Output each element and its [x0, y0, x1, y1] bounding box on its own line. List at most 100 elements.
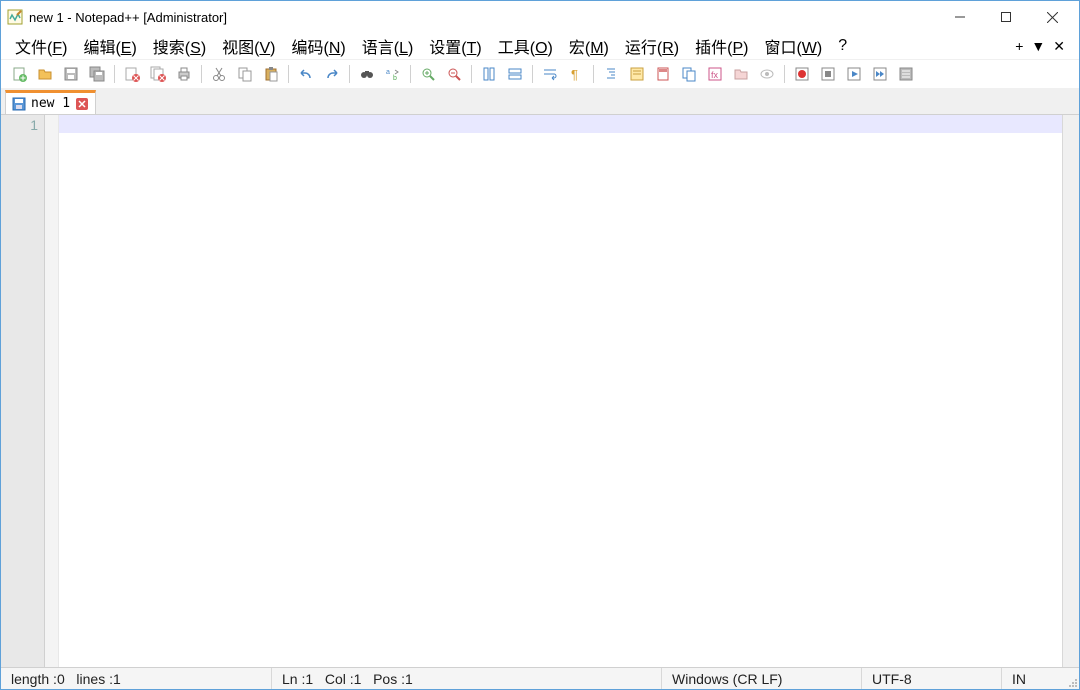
- binoculars-icon: [359, 66, 375, 82]
- svg-text:b: b: [393, 75, 397, 82]
- tab[interactable]: new 1: [5, 90, 96, 114]
- svg-text:¶: ¶: [571, 67, 578, 82]
- redo-icon: [324, 66, 340, 82]
- menu-language[interactable]: 语言(L): [354, 32, 422, 60]
- indent-guide-icon: [603, 66, 619, 82]
- copy-icon: [237, 66, 253, 82]
- copy-button[interactable]: [233, 62, 257, 86]
- undo-icon: [298, 66, 314, 82]
- open-folder-icon: [37, 66, 53, 82]
- save-icon: [12, 97, 26, 111]
- show-all-chars-button[interactable]: ¶: [564, 62, 588, 86]
- tab-close-button[interactable]: [75, 97, 89, 111]
- editor: 1: [1, 115, 1079, 667]
- resize-grip[interactable]: [1061, 668, 1079, 689]
- menu-settings[interactable]: 设置(T): [421, 32, 489, 60]
- pilcrow-icon: ¶: [568, 66, 584, 82]
- menu-plugins[interactable]: 插件(P): [687, 32, 756, 60]
- menu-search[interactable]: 搜索(S): [145, 32, 214, 60]
- menu-help[interactable]: ?: [830, 35, 855, 57]
- menu-view[interactable]: 视图(V): [214, 32, 283, 60]
- save-macro-icon: [898, 66, 914, 82]
- new-button[interactable]: [7, 62, 31, 86]
- menu-window[interactable]: 窗口(W): [756, 32, 830, 60]
- zoom-in-button[interactable]: [416, 62, 440, 86]
- fast-forward-icon: [872, 66, 888, 82]
- status-length-lines: length : 0 lines : 1: [1, 668, 271, 689]
- save-icon: [63, 66, 79, 82]
- menu-file[interactable]: 文件(F): [7, 32, 75, 60]
- svg-text:fx: fx: [711, 70, 719, 80]
- status-mode[interactable]: IN: [1001, 668, 1061, 689]
- close-button[interactable]: [1029, 2, 1075, 32]
- sync-h-scroll-button[interactable]: [503, 62, 527, 86]
- paste-button[interactable]: [259, 62, 283, 86]
- replace-button[interactable]: ab: [381, 62, 405, 86]
- maximize-button[interactable]: [983, 2, 1029, 32]
- doc-list-icon: [681, 66, 697, 82]
- fold-column: [45, 115, 59, 667]
- indent-guide-button[interactable]: [599, 62, 623, 86]
- tab-label: new 1: [31, 96, 70, 111]
- print-button[interactable]: [172, 62, 196, 86]
- udl-button[interactable]: [625, 62, 649, 86]
- play-macro-button[interactable]: [842, 62, 866, 86]
- monitoring-button[interactable]: [755, 62, 779, 86]
- status-eol[interactable]: Windows (CR LF): [661, 668, 861, 689]
- language-icon: [629, 66, 645, 82]
- menubar-overflow-button[interactable]: ▼: [1031, 38, 1045, 54]
- stop-icon: [820, 66, 836, 82]
- find-button[interactable]: [355, 62, 379, 86]
- zoom-in-icon: [420, 66, 436, 82]
- folder-icon: [733, 66, 749, 82]
- status-encoding[interactable]: UTF-8: [861, 668, 1001, 689]
- record-icon: [794, 66, 810, 82]
- save-all-button[interactable]: [85, 62, 109, 86]
- word-wrap-icon: [542, 66, 558, 82]
- menu-tools[interactable]: 工具(O): [490, 32, 561, 60]
- open-button[interactable]: [33, 62, 57, 86]
- redo-button[interactable]: [320, 62, 344, 86]
- sync-v-scroll-button[interactable]: [477, 62, 501, 86]
- folder-workspace-button[interactable]: [729, 62, 753, 86]
- save-button[interactable]: [59, 62, 83, 86]
- window-title: new 1 - Notepad++ [Administrator]: [29, 10, 937, 25]
- doc-map-button[interactable]: [651, 62, 675, 86]
- menubar-plus-button[interactable]: +: [1015, 38, 1023, 54]
- new-file-icon: [11, 66, 27, 82]
- resize-grip-icon: [1065, 675, 1079, 689]
- minimize-button[interactable]: [937, 2, 983, 32]
- close-all-icon: [150, 66, 166, 82]
- play-multi-button[interactable]: [868, 62, 892, 86]
- zoom-out-button[interactable]: [442, 62, 466, 86]
- save-macro-button[interactable]: [894, 62, 918, 86]
- function-list-button[interactable]: fx: [703, 62, 727, 86]
- vertical-scrollbar[interactable]: [1062, 115, 1079, 667]
- menu-run[interactable]: 运行(R): [617, 32, 687, 60]
- paste-icon: [263, 66, 279, 82]
- status-position: Ln : 1 Col : 1 Pos : 1: [271, 668, 661, 689]
- undo-button[interactable]: [294, 62, 318, 86]
- text-area[interactable]: [59, 115, 1062, 667]
- menu-edit[interactable]: 编辑(E): [75, 32, 144, 60]
- menu-macro[interactable]: 宏(M): [561, 32, 617, 60]
- close-file-button[interactable]: [120, 62, 144, 86]
- print-icon: [176, 66, 192, 82]
- menu-encoding[interactable]: 编码(N): [283, 32, 353, 60]
- window-controls: [937, 2, 1075, 32]
- play-icon: [846, 66, 862, 82]
- app-icon: [7, 9, 23, 25]
- menubar: 文件(F) 编辑(E) 搜索(S) 视图(V) 编码(N) 语言(L) 设置(T…: [1, 33, 1079, 59]
- replace-icon: ab: [385, 66, 401, 82]
- cut-button[interactable]: [207, 62, 231, 86]
- doc-list-button[interactable]: [677, 62, 701, 86]
- save-all-icon: [89, 66, 105, 82]
- word-wrap-button[interactable]: [538, 62, 562, 86]
- stop-macro-button[interactable]: [816, 62, 840, 86]
- titlebar: new 1 - Notepad++ [Administrator]: [1, 1, 1079, 33]
- close-all-button[interactable]: [146, 62, 170, 86]
- menubar-close-tab-button[interactable]: ✕: [1053, 38, 1065, 55]
- toolbar: ab ¶ fx: [1, 59, 1079, 89]
- function-list-icon: fx: [707, 66, 723, 82]
- record-macro-button[interactable]: [790, 62, 814, 86]
